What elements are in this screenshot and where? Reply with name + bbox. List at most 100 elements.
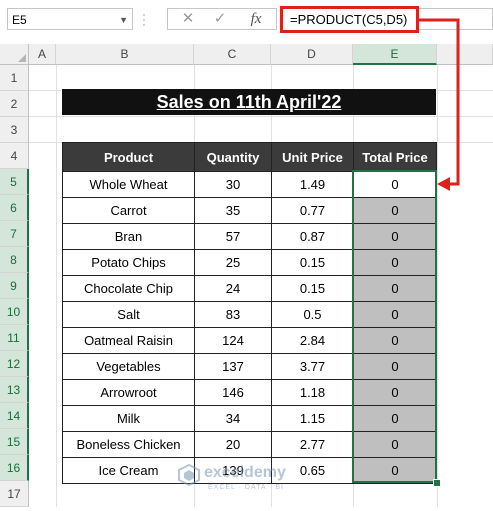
row-header[interactable]: 10 [0,299,29,325]
total-price-cell[interactable]: 0 [353,405,437,432]
unit-price-cell[interactable]: 1.18 [271,379,354,406]
enter-icon[interactable]: ✓ [208,9,232,29]
quantity-cell[interactable]: 124 [194,327,272,354]
row-header[interactable]: 17 [0,481,29,507]
total-price-cell[interactable]: 0 [353,327,437,354]
row-header[interactable]: 12 [0,351,29,377]
unit-price-cell[interactable]: 1.15 [271,405,354,432]
product-cell[interactable]: Milk [62,405,195,432]
row-header[interactable]: 1 [0,65,29,91]
chevron-down-icon[interactable]: ▼ [119,9,128,31]
total-price-cell[interactable]: 0 [353,223,437,250]
product-cell[interactable]: Chocolate Chip [62,275,195,302]
total-price-cell[interactable]: 0 [353,431,437,458]
column-header-e[interactable]: E [353,44,437,65]
column-header-f[interactable] [437,44,493,65]
formula-input[interactable]: =PRODUCT(C5,D5) [280,6,419,33]
formula-input-extension[interactable] [419,8,493,30]
row-header[interactable]: 11 [0,325,29,351]
table-row: Salt 83 0.5 0 [62,301,437,328]
select-all-corner[interactable] [0,44,29,65]
unit-price-cell[interactable]: 1.49 [271,171,354,198]
row-header[interactable]: 9 [0,273,29,299]
total-price-cell[interactable]: 0 [353,171,437,198]
table-row: Oatmeal Raisin 124 2.84 0 [62,327,437,354]
quantity-cell[interactable]: 24 [194,275,272,302]
exceldemy-logo-icon [178,464,200,486]
total-price-cell[interactable]: 0 [353,275,437,302]
table-row: Chocolate Chip 24 0.15 0 [62,275,437,302]
column-header-c[interactable]: C [194,44,271,65]
product-cell[interactable]: Whole Wheat [62,171,195,198]
cancel-icon[interactable]: ✕ [176,9,200,29]
quantity-cell[interactable]: 20 [194,431,272,458]
quantity-cell[interactable]: 35 [194,197,272,224]
header-unit-price[interactable]: Unit Price [271,142,354,172]
unit-price-cell[interactable]: 3.77 [271,353,354,380]
table-row: Potato Chips 25 0.15 0 [62,249,437,276]
row-header[interactable]: 16 [0,455,29,481]
row-header[interactable]: 6 [0,195,29,221]
row-header[interactable]: 5 [0,169,29,195]
header-total-price[interactable]: Total Price [353,142,437,172]
arrow-head [437,177,450,191]
row-header[interactable]: 3 [0,117,29,143]
row-header[interactable]: 2 [0,91,29,117]
unit-price-cell[interactable]: 2.84 [271,327,354,354]
quantity-cell[interactable]: 34 [194,405,272,432]
total-price-cell[interactable]: 0 [353,197,437,224]
header-quantity[interactable]: Quantity [194,142,272,172]
quantity-cell[interactable]: 57 [194,223,272,250]
product-cell[interactable]: Salt [62,301,195,328]
table-row: Bran 57 0.87 0 [62,223,437,250]
total-price-cell[interactable]: 0 [353,301,437,328]
unit-price-cell[interactable]: 2.77 [271,431,354,458]
product-cell[interactable]: Arrowroot [62,379,195,406]
watermark: exceldemy EXCEL · DATA · BI [178,462,308,496]
watermark-tagline: EXCEL · DATA · BI [208,484,284,491]
total-price-cell[interactable]: 0 [353,353,437,380]
insert-function-icon[interactable]: fx [244,9,268,29]
unit-price-cell[interactable]: 0.15 [271,249,354,276]
row-header[interactable]: 14 [0,403,29,429]
row-header[interactable]: 4 [0,143,29,169]
table-row: Arrowroot 146 1.18 0 [62,379,437,406]
gridline [29,116,493,117]
column-header-d[interactable]: D [271,44,353,65]
formula-bar: E5 ▼ · · · ✕ ✓ fx =PRODUCT(C5,D5) [0,0,493,45]
more-options-icon[interactable]: · · · [142,8,148,30]
product-cell[interactable]: Vegetables [62,353,195,380]
product-cell[interactable]: Carrot [62,197,195,224]
row-header[interactable]: 8 [0,247,29,273]
unit-price-cell[interactable]: 0.77 [271,197,354,224]
column-header-a[interactable]: A [29,44,56,65]
product-cell[interactable]: Bran [62,223,195,250]
unit-price-cell[interactable]: 0.87 [271,223,354,250]
total-price-cell[interactable]: 0 [353,249,437,276]
product-cell[interactable]: Ice Cream [62,457,195,484]
unit-price-cell[interactable]: 0.15 [271,275,354,302]
sales-table: Product Quantity Unit Price Total Price … [62,142,437,484]
watermark-name: exceldemy [204,464,286,481]
row-header[interactable]: 15 [0,429,29,455]
fill-handle[interactable] [433,479,441,487]
header-product[interactable]: Product [62,142,195,172]
total-price-cell[interactable]: 0 [353,457,437,484]
total-price-cell[interactable]: 0 [353,379,437,406]
unit-price-cell[interactable]: 0.5 [271,301,354,328]
column-header-b[interactable]: B [56,44,194,65]
row-header[interactable]: 7 [0,221,29,247]
quantity-cell[interactable]: 25 [194,249,272,276]
quantity-cell[interactable]: 83 [194,301,272,328]
row-header[interactable]: 13 [0,377,29,403]
product-cell[interactable]: Boneless Chicken [62,431,195,458]
quantity-cell[interactable]: 137 [194,353,272,380]
product-cell[interactable]: Oatmeal Raisin [62,327,195,354]
quantity-cell[interactable]: 30 [194,171,272,198]
name-box[interactable]: E5 ▼ [7,8,133,30]
sheet-title[interactable]: Sales on 11th April'22 [62,89,436,115]
product-cell[interactable]: Potato Chips [62,249,195,276]
formula-icons: ✕ ✓ fx [167,8,277,30]
gridline [437,65,438,507]
quantity-cell[interactable]: 146 [194,379,272,406]
